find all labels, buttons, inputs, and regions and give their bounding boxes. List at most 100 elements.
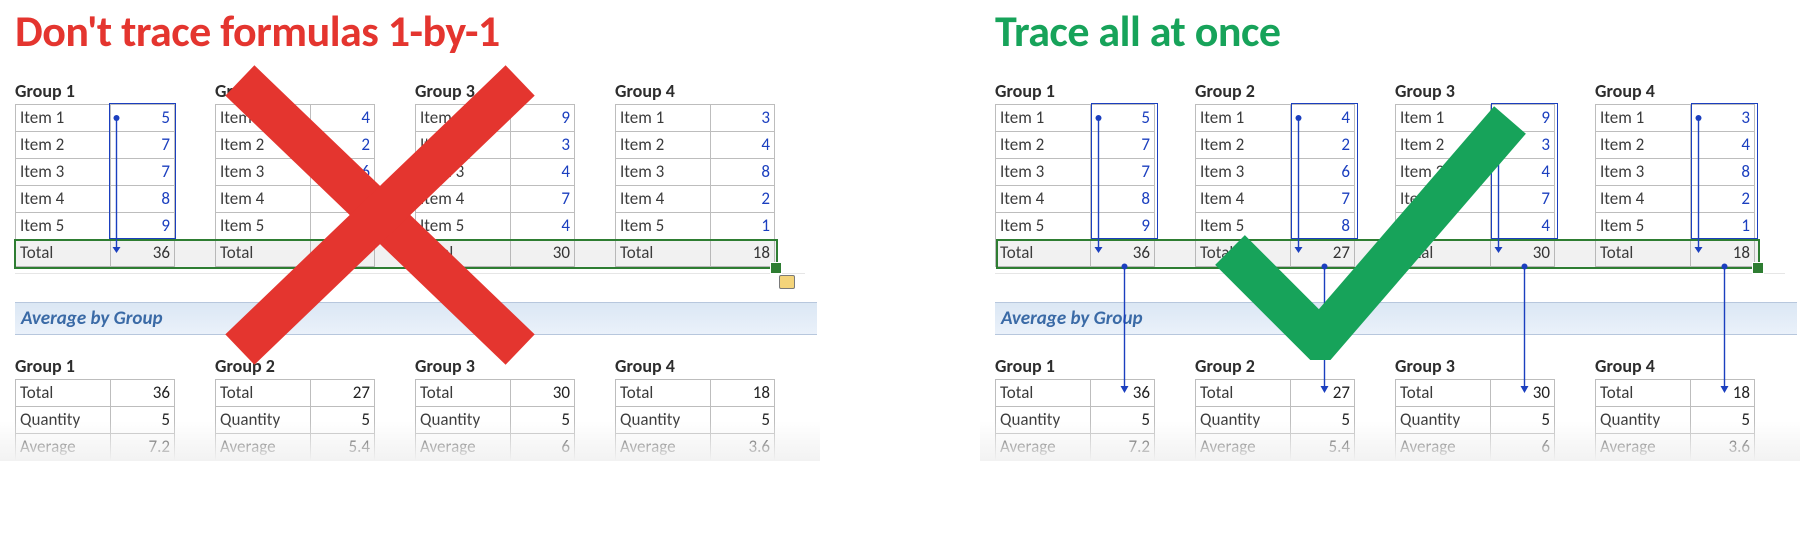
item-label[interactable]: Item 3	[1396, 159, 1491, 186]
item-value[interactable]: 2	[1291, 132, 1355, 159]
table-row[interactable]: Total36	[16, 380, 175, 407]
item-value[interactable]: 8	[111, 186, 175, 213]
table-row[interactable]: Item 59	[996, 213, 1155, 240]
item-label[interactable]: Item 4	[1196, 186, 1291, 213]
item-value[interactable]: 8	[311, 213, 375, 240]
item-value[interactable]: 1	[711, 213, 775, 240]
item-label[interactable]: Item 4	[996, 186, 1091, 213]
item-value[interactable]: 4	[511, 213, 575, 240]
table-row[interactable]: Total18	[616, 380, 775, 407]
item-value[interactable]: 7	[111, 159, 175, 186]
total-row[interactable]: Total30	[416, 240, 575, 267]
item-label[interactable]: Item 3	[996, 159, 1091, 186]
table-row[interactable]: Item 14	[1196, 105, 1355, 132]
total-label[interactable]: Total	[616, 240, 711, 267]
item-value[interactable]: 7	[1291, 186, 1355, 213]
item-value[interactable]: 7	[1091, 132, 1155, 159]
item-label[interactable]: Item 3	[1196, 159, 1291, 186]
item-label[interactable]: Item 2	[616, 132, 711, 159]
table-row[interactable]: Item 13	[1596, 105, 1755, 132]
item-value[interactable]: 4	[1491, 159, 1555, 186]
item-value[interactable]: 4	[1491, 213, 1555, 240]
table-row[interactable]: Item 34	[1396, 159, 1555, 186]
item-label[interactable]: Item 5	[416, 213, 511, 240]
item-value[interactable]: 8	[1091, 186, 1155, 213]
group-grid[interactable]: Item 13Item 24Item 38Item 42Item 51Total…	[615, 104, 775, 267]
total-label[interactable]: Total	[216, 240, 311, 267]
summary-label[interactable]: Total	[216, 380, 311, 407]
table-row[interactable]: Item 47	[416, 186, 575, 213]
summary-value[interactable]: 27	[1291, 380, 1355, 407]
summary-label[interactable]: Total	[616, 380, 711, 407]
item-value[interactable]: 1	[1691, 213, 1755, 240]
item-label[interactable]: Item 1	[1196, 105, 1291, 132]
item-value[interactable]: 4	[711, 132, 775, 159]
item-label[interactable]: Item 4	[1596, 186, 1691, 213]
item-label[interactable]: Item 3	[16, 159, 111, 186]
table-row[interactable]: Total36	[996, 380, 1155, 407]
table-row[interactable]: Item 19	[416, 105, 575, 132]
item-label[interactable]: Item 4	[216, 186, 311, 213]
item-label[interactable]: Item 1	[216, 105, 311, 132]
table-row[interactable]: Item 42	[1596, 186, 1755, 213]
item-value[interactable]: 7	[311, 186, 375, 213]
item-label[interactable]: Item 3	[616, 159, 711, 186]
item-value[interactable]: 2	[1691, 186, 1755, 213]
item-label[interactable]: Item 5	[1396, 213, 1491, 240]
table-row[interactable]: Item 37	[16, 159, 175, 186]
total-value[interactable]: 27	[1291, 240, 1355, 267]
summary-label[interactable]: Total	[1596, 380, 1691, 407]
summary-label[interactable]: Total	[1196, 380, 1291, 407]
group-grid[interactable]: Item 19Item 23Item 34Item 47Item 54Total…	[1395, 104, 1555, 267]
table-row[interactable]: Item 13	[616, 105, 775, 132]
item-value[interactable]: 4	[1291, 105, 1355, 132]
item-label[interactable]: Item 1	[616, 105, 711, 132]
table-row[interactable]: Item 48	[996, 186, 1155, 213]
table-row[interactable]: Item 38	[1596, 159, 1755, 186]
total-value[interactable]: 18	[711, 240, 775, 267]
table-row[interactable]: Item 37	[996, 159, 1155, 186]
item-label[interactable]: Item 5	[616, 213, 711, 240]
summary-value[interactable]: 18	[1691, 380, 1755, 407]
total-row[interactable]: Total36	[996, 240, 1155, 267]
table-row[interactable]: Item 58	[216, 213, 375, 240]
item-label[interactable]: Item 2	[1396, 132, 1491, 159]
total-label[interactable]: Total	[996, 240, 1091, 267]
item-value[interactable]: 9	[1091, 213, 1155, 240]
table-row[interactable]: Item 36	[216, 159, 375, 186]
table-row[interactable]: Item 27	[16, 132, 175, 159]
item-value[interactable]: 4	[511, 159, 575, 186]
item-label[interactable]: Item 2	[216, 132, 311, 159]
item-value[interactable]: 7	[1491, 186, 1555, 213]
total-label[interactable]: Total	[416, 240, 511, 267]
item-value[interactable]: 2	[311, 132, 375, 159]
item-value[interactable]: 7	[1091, 159, 1155, 186]
item-value[interactable]: 4	[311, 105, 375, 132]
table-row[interactable]: Item 38	[616, 159, 775, 186]
item-value[interactable]: 5	[1091, 105, 1155, 132]
item-label[interactable]: Item 4	[416, 186, 511, 213]
summary-label[interactable]: Total	[416, 380, 511, 407]
total-label[interactable]: Total	[16, 240, 111, 267]
item-value[interactable]: 3	[1491, 132, 1555, 159]
item-value[interactable]: 3	[711, 105, 775, 132]
item-value[interactable]: 9	[511, 105, 575, 132]
item-label[interactable]: Item 1	[1396, 105, 1491, 132]
summary-label[interactable]: Total	[1396, 380, 1491, 407]
item-label[interactable]: Item 2	[1196, 132, 1291, 159]
table-row[interactable]: Item 47	[1396, 186, 1555, 213]
item-label[interactable]: Item 1	[996, 105, 1091, 132]
item-label[interactable]: Item 3	[416, 159, 511, 186]
total-label[interactable]: Total	[1596, 240, 1691, 267]
summary-value[interactable]: 36	[1091, 380, 1155, 407]
table-row[interactable]: Item 54	[1396, 213, 1555, 240]
table-row[interactable]: Item 14	[216, 105, 375, 132]
summary-value[interactable]: 18	[711, 380, 775, 407]
total-row[interactable]: Total36	[16, 240, 175, 267]
item-label[interactable]: Item 2	[16, 132, 111, 159]
table-row[interactable]: Item 22	[1196, 132, 1355, 159]
fill-handle-icon[interactable]	[1752, 262, 1764, 274]
item-label[interactable]: Item 2	[996, 132, 1091, 159]
total-value[interactable]: 18	[1691, 240, 1755, 267]
group-grid[interactable]: Item 14Item 22Item 36Item 47Item 58Total…	[215, 104, 375, 267]
